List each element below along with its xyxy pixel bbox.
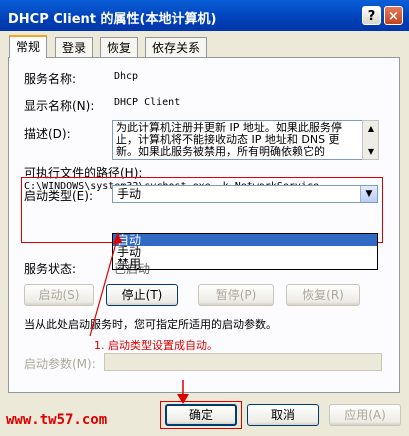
tab-general[interactable]: 常规 xyxy=(9,35,48,58)
arrow-head-up-icon xyxy=(113,232,122,244)
arrow-head-down-icon xyxy=(177,394,189,404)
arrow-line-up xyxy=(89,235,119,337)
annotation-arrows xyxy=(89,232,189,404)
